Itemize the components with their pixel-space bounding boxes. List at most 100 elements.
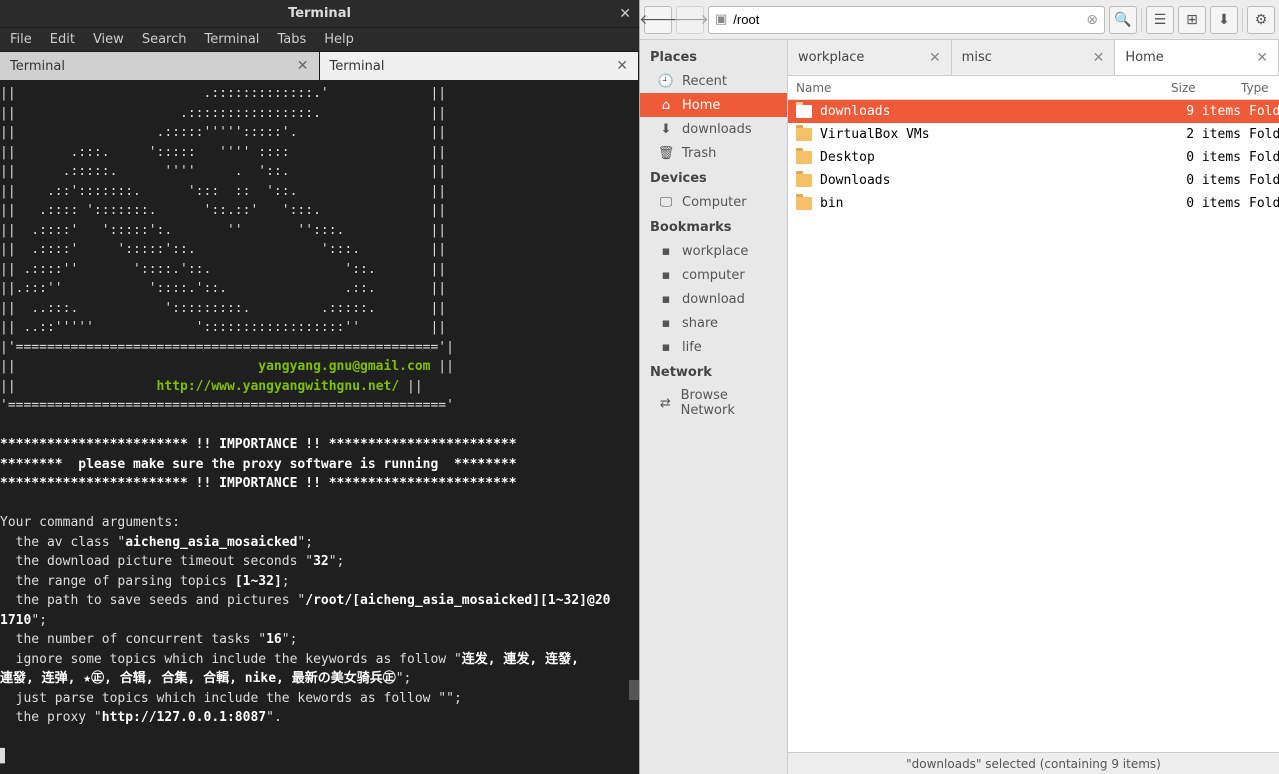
close-icon[interactable]: ✕	[1093, 50, 1105, 66]
arg-text: ignore some topics which include the key…	[0, 652, 462, 667]
arg-bold: /root/[aicheng_asia_mosaicked][1~32]@20	[305, 593, 610, 608]
sidebar-item-recent[interactable]: 🕘Recent	[640, 69, 787, 93]
file-row[interactable]: Desktop0 itemsFold	[788, 146, 1279, 169]
downloads-icon: ⬇	[658, 121, 674, 137]
arg-text: ";	[297, 535, 313, 550]
sidebar-item-browse-network[interactable]: ⇄ Browse Network	[640, 384, 787, 422]
back-button[interactable]: 🡐	[644, 6, 672, 34]
file-type: Fold	[1249, 104, 1279, 119]
sidebar-item-home[interactable]: ⌂Home	[640, 93, 787, 117]
terminal-window: Terminal ✕ File Edit View Search Termina…	[0, 0, 639, 774]
network-header: Network	[640, 359, 787, 384]
terminal-tab-1[interactable]: Terminal ✕	[320, 52, 640, 80]
sidebar-item-computer[interactable]: ▪computer	[640, 263, 787, 287]
location-bar[interactable]: ▣ ⊗	[708, 6, 1105, 34]
close-icon[interactable]: ✕	[297, 58, 309, 74]
menu-tabs[interactable]: Tabs	[277, 32, 306, 47]
col-size[interactable]: Size	[1171, 81, 1241, 95]
terminal-tab-0[interactable]: Terminal ✕	[0, 52, 320, 80]
file-row[interactable]: VirtualBox VMs2 itemsFold	[788, 123, 1279, 146]
fm-tab-label: Home	[1125, 50, 1163, 65]
browse-network-icon: ⇄	[658, 395, 673, 411]
file-size: 0 items	[1179, 196, 1249, 211]
sidebar-item-downloads[interactable]: ⬇ downloads	[640, 117, 787, 141]
fm-tab-home[interactable]: Home ✕	[1115, 40, 1279, 75]
dropdown-button[interactable]: ⬇	[1210, 6, 1238, 34]
fm-statusbar: "downloads" selected (containing 9 items…	[788, 752, 1279, 774]
bookmarks-header: Bookmarks	[640, 214, 787, 239]
sidebar-item-life[interactable]: ▪life	[640, 335, 787, 359]
file-name: Desktop	[820, 150, 1179, 165]
sidebar-item-trash[interactable]: 🗑Trash	[640, 141, 787, 165]
sidebar-item-download[interactable]: ▪download	[640, 287, 787, 311]
file-manager: 🡐 🡒 ▣ ⊗ 🔍 ☰ ⊞ ⬇ ⚙ Places 🕘Recent⌂Home ⬇ do…	[639, 0, 1279, 774]
file-name: VirtualBox VMs	[820, 127, 1179, 142]
download-icon: ▪	[658, 291, 674, 307]
workplace-icon: ▪	[658, 243, 674, 259]
fm-tab-label: workplace	[798, 50, 864, 65]
arg-text: ";	[396, 671, 412, 686]
file-row[interactable]: downloads9 itemsFold	[788, 100, 1279, 123]
menu-help[interactable]: Help	[324, 32, 354, 47]
menu-search[interactable]: Search	[142, 32, 187, 47]
fm-tab-misc[interactable]: misc ✕	[952, 40, 1116, 75]
arg-bold: http://127.0.0.1:8087	[102, 710, 266, 725]
location-input[interactable]	[733, 12, 1080, 27]
terminal-scrollbar[interactable]	[629, 680, 639, 700]
menu-terminal[interactable]: Terminal	[204, 32, 259, 47]
terminal-content[interactable]: || .:::::::::::::.' || || .:::::::::::::…	[0, 80, 639, 774]
file-name: downloads	[820, 104, 1179, 119]
menu-view[interactable]: View	[93, 32, 124, 47]
clear-icon[interactable]: ⊗	[1086, 12, 1098, 28]
trash-icon: 🗑	[658, 145, 674, 161]
places-header: Places	[640, 44, 787, 69]
sidebar-item-share[interactable]: ▪share	[640, 311, 787, 335]
file-row[interactable]: Downloads0 itemsFold	[788, 169, 1279, 192]
sidebar-item-workplace[interactable]: ▪workplace	[640, 239, 787, 263]
sidebar-item-label: Browse Network	[681, 388, 777, 418]
close-icon[interactable]: ✕	[616, 58, 628, 74]
fm-list[interactable]: downloads9 itemsFoldVirtualBox VMs2 item…	[788, 100, 1279, 752]
sidebar-item-label: computer	[682, 268, 745, 283]
col-name[interactable]: Name	[788, 81, 1171, 95]
file-row[interactable]: bin0 itemsFold	[788, 192, 1279, 215]
arg-text: ;	[282, 574, 290, 589]
list-view-button[interactable]: ☰	[1146, 6, 1174, 34]
file-size: 9 items	[1179, 104, 1249, 119]
search-button[interactable]: 🔍	[1109, 6, 1137, 34]
close-icon[interactable]: ✕	[929, 50, 941, 66]
grid-view-button[interactable]: ⊞	[1178, 6, 1206, 34]
menu-edit[interactable]: Edit	[50, 32, 75, 47]
file-type: Fold	[1249, 127, 1279, 142]
fm-sidebar: Places 🕘Recent⌂Home⬇downloads🗑Trash Devi…	[640, 40, 788, 774]
sidebar-item-computer[interactable]: 🖵Computer	[640, 190, 787, 214]
forward-button[interactable]: 🡒	[676, 6, 704, 34]
col-type[interactable]: Type	[1241, 81, 1279, 95]
fm-tab-workplace[interactable]: workplace ✕	[788, 40, 952, 75]
terminal-url: http://www.yangyangwithgnu.net/	[157, 379, 400, 394]
fm-tabs: workplace ✕ misc ✕ Home ✕	[788, 40, 1279, 76]
terminal-tab-label: Terminal	[10, 59, 65, 74]
sidebar-item-label: downloads	[682, 122, 752, 137]
arg-bold: 连发, 連发, 连發,	[462, 652, 587, 667]
fm-content: workplace ✕ misc ✕ Home ✕ Name Size Type…	[788, 40, 1279, 774]
arg-text: just parse topics which include the kewo…	[0, 691, 462, 706]
sidebar-item-label: Recent	[682, 74, 727, 89]
importance-msg: ******** please make sure the proxy soft…	[0, 457, 517, 472]
ascii-art: || .:::::::::::::.' || || .:::::::::::::…	[0, 86, 454, 355]
importance-top: ************************ !! IMPORTANCE !…	[0, 437, 517, 452]
computer-icon: 🖵	[658, 194, 674, 210]
terminal-title: Terminal	[0, 6, 639, 21]
terminal-tabbar: Terminal ✕ Terminal ✕	[0, 52, 639, 80]
close-icon[interactable]: ✕	[1256, 50, 1268, 66]
importance-bot: ************************ !! IMPORTANCE !…	[0, 476, 517, 491]
terminal-menubar: File Edit View Search Terminal Tabs Help	[0, 28, 639, 52]
file-type: Fold	[1249, 150, 1279, 165]
file-size: 0 items	[1179, 150, 1249, 165]
arg-text: ";	[31, 613, 47, 628]
settings-button[interactable]: ⚙	[1247, 6, 1275, 34]
menu-file[interactable]: File	[10, 32, 32, 47]
close-icon[interactable]: ✕	[619, 6, 631, 22]
arg-bold: 16	[266, 632, 282, 647]
file-size: 0 items	[1179, 173, 1249, 188]
